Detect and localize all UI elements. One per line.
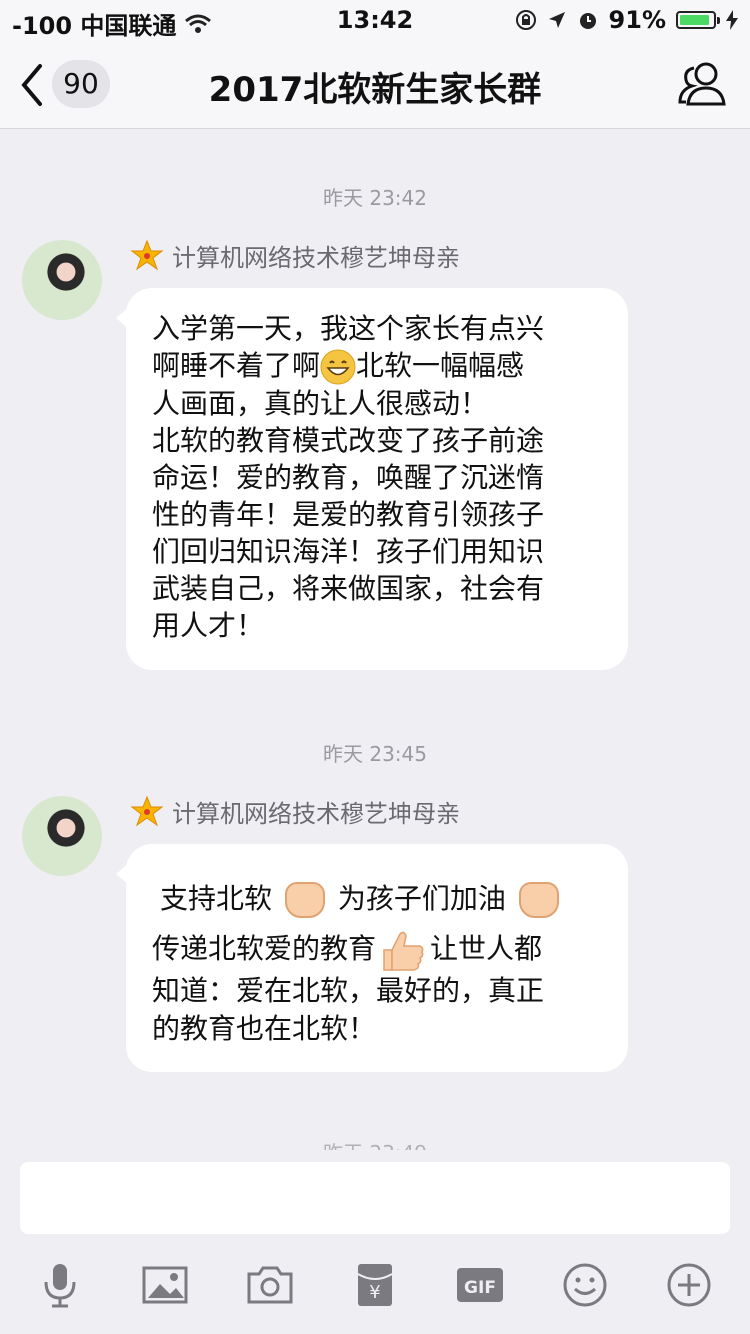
fist-emoji-icon — [284, 882, 325, 918]
message-input[interactable] — [20, 1162, 730, 1234]
message-line: 武装自己，将来做国家，社会有 — [152, 572, 545, 605]
message-line: 入学第一天，我这个家长有点兴 — [152, 312, 545, 345]
message-timestamp: 昨天 23:45 — [323, 742, 427, 766]
message-bubble[interactable]: 入学第一天，我这个家长有点兴 啊睡不着了啊 北软一幅幅感 人画面，真的让人很感动… — [116, 288, 628, 670]
battery-level — [680, 15, 710, 25]
message-line: 传递北软爱的教育 — [152, 932, 377, 965]
sender-row: 计算机网络技术穆艺坤母亲 — [130, 238, 460, 273]
red-packet-icon[interactable]: ¥ — [350, 1260, 400, 1310]
svg-text:¥: ¥ — [369, 1282, 380, 1303]
unread-count-badge[interactable]: 90 — [52, 60, 110, 108]
group-title: 2017北软新生家长群 — [208, 70, 542, 110]
group-members-icon[interactable] — [676, 58, 730, 112]
message-line: 啊睡不着了啊 — [152, 349, 321, 382]
battery-icon — [676, 11, 720, 29]
charging-bolt-icon — [726, 10, 738, 30]
microphone-icon[interactable] — [35, 1260, 85, 1310]
location-icon — [548, 12, 565, 28]
battery-percent: 91% — [608, 6, 666, 34]
message-line: 知道：爱在北软，最好的，真正 — [152, 974, 545, 1007]
status-bar: -100 中国联通 13:42 91% — [0, 0, 750, 40]
sender-name: 计算机网络技术穆艺坤母亲 — [172, 244, 460, 272]
message-timestamp: 昨天 23:42 — [323, 186, 427, 210]
message-line: 人画面，真的让人很感动！ — [152, 387, 489, 420]
message-line: 北软一幅幅感 — [356, 349, 525, 382]
grinning-emoji-icon — [320, 349, 356, 385]
composer: ¥ GIF — [0, 1150, 750, 1334]
message-line: 们回归知识海洋！孩子们用知识 — [152, 535, 545, 568]
sender-name: 计算机网络技术穆艺坤母亲 — [172, 800, 460, 828]
plus-icon[interactable] — [664, 1260, 714, 1310]
message-line: 命运！爱的教育，唤醒了沉迷惰 — [152, 461, 545, 494]
gif-label: GIF — [464, 1278, 496, 1298]
message-line: 支持北软 — [160, 882, 273, 915]
rotation-lock-icon — [515, 10, 536, 30]
back-chevron-icon[interactable] — [14, 60, 54, 110]
message-line: 让世人都 — [430, 932, 543, 965]
message-line: 为孩子们加油 — [337, 882, 506, 915]
thumbs-up-emoji-icon — [383, 931, 424, 971]
message-timestamp-partial: 昨天 23:49 — [0, 1140, 750, 1150]
message-line: 的教育也在北软！ — [152, 1012, 377, 1045]
camera-icon[interactable] — [245, 1260, 295, 1310]
fist-emoji-icon — [518, 882, 559, 918]
star-icon — [130, 795, 164, 826]
message-line: 性的青年！是爱的教育引领孩子 — [152, 498, 545, 531]
chat-header: 90 2017北软新生家长群 — [0, 40, 750, 129]
message-line: 用人才！ — [152, 609, 265, 642]
sender-avatar[interactable] — [22, 240, 102, 320]
star-icon — [130, 239, 164, 270]
alarm-icon — [579, 13, 596, 29]
message-bubble[interactable]: 支持北软 为孩子们加油 传递北软爱的教育 让世人都 知道：爱在北软，最好的，真正… — [116, 844, 628, 1072]
sender-row: 计算机网络技术穆艺坤母亲 — [130, 794, 460, 829]
emoji-icon[interactable] — [560, 1260, 610, 1310]
message-line: 北软的教育模式改变了孩子前途 — [152, 424, 545, 457]
gif-icon[interactable]: GIF — [455, 1260, 505, 1310]
sender-avatar[interactable] — [22, 796, 102, 876]
composer-toolbar: ¥ GIF — [0, 1250, 750, 1320]
image-icon[interactable] — [140, 1260, 190, 1310]
